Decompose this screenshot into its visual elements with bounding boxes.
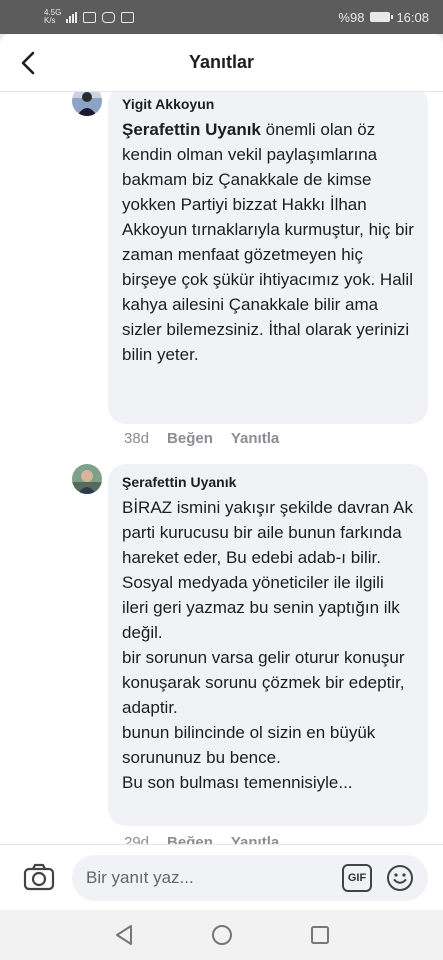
comment-body: BİRAZ ismini yakışır şekilde davran Ak p… [122,498,413,792]
comment-actions: 29d Beğen Yanıtla [124,834,279,844]
circle-home-icon [211,925,232,945]
signal-icon [66,11,77,23]
avatar[interactable] [72,92,102,116]
notification-icons: 4.5G K/s [44,9,134,25]
triangle-back-icon [115,925,132,945]
comment-age: 29d [124,834,150,844]
news-icon [121,11,134,23]
comment-bubble[interactable]: Yigit Akkoyun Şerafettin Uyanık önemli o… [108,92,428,424]
reply-input[interactable] [86,855,336,901]
comment-bubble[interactable]: Şerafettin Uyanık BİRAZ ismini yakışır ş… [108,464,428,826]
emoji-button[interactable] [386,864,414,892]
camera-button[interactable] [22,861,56,895]
reply-composer: GIF [0,844,443,910]
nav-recents-button[interactable] [307,922,333,948]
instagram-icon [102,11,115,23]
clock: 16:08 [396,9,429,25]
comment-text: Şerafettin Uyanık önemli olan öz kendin … [122,117,414,367]
square-recents-icon [310,926,329,944]
comment-actions: 38d Beğen Yanıtla [124,430,279,447]
nav-back-button[interactable] [111,922,137,948]
replies-list[interactable]: Yigit Akkoyun Şerafettin Uyanık önemli o… [0,92,443,844]
nav-home-button[interactable] [209,922,235,948]
mention-link[interactable]: Şerafettin Uyanık [122,120,261,139]
chevron-left-icon [21,51,35,75]
gif-button[interactable]: GIF [342,864,372,892]
reply-field[interactable]: GIF [72,855,428,901]
battery-icon [370,12,394,22]
system-nav-bar [0,910,443,960]
app-header: Yanıtlar [0,34,443,92]
message-icon [83,11,96,23]
comment-author[interactable]: Yigit Akkoyun [122,96,414,112]
page-title: Yanıtlar [188,52,255,72]
camera-icon [23,863,55,891]
like-button[interactable]: Beğen [167,430,213,447]
status-bar: 4.5G K/s %98 16:08 [0,0,443,34]
comment-body: önemli olan öz kendin olman vekil paylaş… [122,120,414,364]
back-button[interactable] [14,48,42,78]
smiley-icon [387,865,413,891]
reply-button[interactable]: Yanıtla [231,430,279,447]
reply-button[interactable]: Yanıtla [231,834,279,844]
battery-percent: %98 [338,9,365,25]
network-speed: 4.5G K/s [44,8,62,25]
comment-age: 38d [124,430,150,447]
comment-author[interactable]: Şerafettin Uyanık [122,474,414,490]
avatar[interactable] [72,464,102,494]
like-button[interactable]: Beğen [167,834,213,844]
